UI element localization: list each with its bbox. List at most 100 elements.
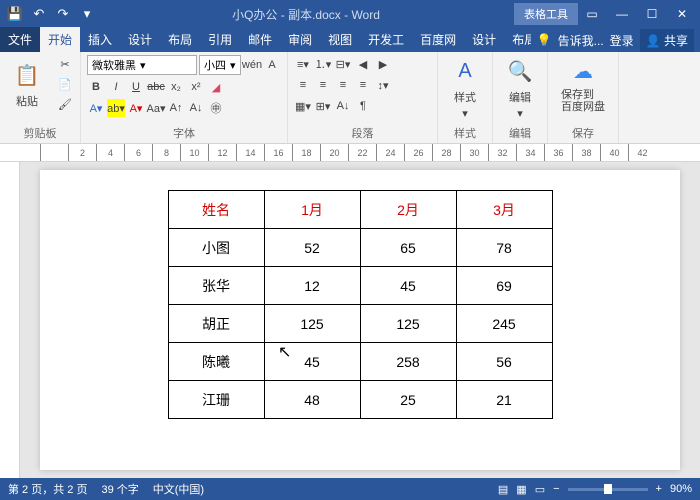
bold-button[interactable]: B <box>87 78 105 96</box>
italic-button[interactable]: I <box>107 78 125 96</box>
view-web-icon[interactable]: ▭ <box>535 483 545 496</box>
status-words[interactable]: 39 个字 <box>101 481 138 497</box>
tab-design[interactable]: 设计 <box>120 27 160 52</box>
align-left-button[interactable]: ≡ <box>294 76 312 94</box>
redo-icon[interactable]: ↷ <box>52 3 74 25</box>
table-cell[interactable]: 52 <box>264 229 360 267</box>
multilevel-button[interactable]: ⊟▾ <box>334 55 352 73</box>
table-cell[interactable]: 258 <box>360 343 456 381</box>
tab-insert[interactable]: 插入 <box>80 27 120 52</box>
decrease-indent-button[interactable]: ◀ <box>354 55 372 73</box>
tell-me[interactable]: 告诉我... <box>558 32 604 49</box>
styles-button[interactable]: A 样式▾ <box>444 55 486 120</box>
table-cell[interactable]: 78 <box>456 229 552 267</box>
ribbon-options-icon[interactable]: ▭ <box>578 3 606 25</box>
change-case-button[interactable]: Aa▾ <box>147 99 165 117</box>
superscript-button[interactable]: x² <box>187 78 205 96</box>
status-language[interactable]: 中文(中国) <box>153 481 204 497</box>
tab-baidu[interactable]: 百度网 <box>412 27 464 52</box>
show-marks-button[interactable]: ¶ <box>354 97 372 115</box>
qat-more-icon[interactable]: ▾ <box>76 3 98 25</box>
table-cell[interactable]: 陈曦 <box>168 343 264 381</box>
copy-icon[interactable]: 📄 <box>56 75 74 93</box>
table-row[interactable]: 小图526578 <box>168 229 552 267</box>
font-size-select[interactable]: 小四▾ <box>199 55 241 75</box>
close-icon[interactable]: ✕ <box>668 3 696 25</box>
strikethrough-button[interactable]: abc <box>147 78 165 96</box>
increase-indent-button[interactable]: ▶ <box>374 55 392 73</box>
view-print-icon[interactable]: ▦ <box>516 483 526 496</box>
tab-review[interactable]: 审阅 <box>280 27 320 52</box>
tab-home[interactable]: 开始 <box>40 27 80 52</box>
font-name-select[interactable]: 微软雅黑▾ <box>87 55 197 75</box>
enclose-char-button[interactable]: ㊥ <box>207 99 225 117</box>
tab-table-design[interactable]: 设计 <box>464 27 504 52</box>
table-cell[interactable]: 胡正 <box>168 305 264 343</box>
data-table[interactable]: 姓名1月2月3月小图526578张华124569胡正125125245陈曦452… <box>168 190 553 419</box>
table-cell[interactable]: 45 <box>264 343 360 381</box>
table-row[interactable]: 陈曦4525856 <box>168 343 552 381</box>
login-link[interactable]: 登录 <box>610 32 634 49</box>
table-row[interactable]: 张华124569 <box>168 267 552 305</box>
share-button[interactable]: 👤 共享 <box>640 29 694 52</box>
grow-font-button[interactable]: A↑ <box>167 99 185 117</box>
table-cell[interactable]: 张华 <box>168 267 264 305</box>
pinyin-guide-button[interactable]: wén <box>243 56 261 74</box>
table-cell[interactable]: 25 <box>360 381 456 419</box>
sort-button[interactable]: A↓ <box>334 97 352 115</box>
zoom-slider[interactable] <box>568 488 648 491</box>
numbering-button[interactable]: ⒈▾ <box>314 55 332 73</box>
font-color-button[interactable]: A▾ <box>127 99 145 117</box>
table-cell[interactable]: 56 <box>456 343 552 381</box>
vertical-ruler[interactable] <box>0 162 20 478</box>
borders-button[interactable]: ⊞▾ <box>314 97 332 115</box>
format-painter-icon[interactable]: 🖌 <box>56 95 74 113</box>
align-right-button[interactable]: ≡ <box>334 76 352 94</box>
shading-button[interactable]: ▦▾ <box>294 97 312 115</box>
table-cell[interactable]: 125 <box>264 305 360 343</box>
table-cell[interactable]: 245 <box>456 305 552 343</box>
page[interactable]: 姓名1月2月3月小图526578张华124569胡正125125245陈曦452… <box>40 170 680 470</box>
maximize-icon[interactable]: ☐ <box>638 3 666 25</box>
save-icon[interactable]: 💾 <box>4 3 26 25</box>
justify-button[interactable]: ≡ <box>354 76 372 94</box>
zoom-level[interactable]: 90% <box>670 483 692 495</box>
tab-references[interactable]: 引用 <box>200 27 240 52</box>
shrink-font-button[interactable]: A↓ <box>187 99 205 117</box>
tab-file[interactable]: 文件 <box>0 27 40 52</box>
status-page[interactable]: 第 2 页，共 2 页 <box>8 481 87 497</box>
table-header-cell[interactable]: 3月 <box>456 191 552 229</box>
clear-format-icon[interactable]: ◢ <box>207 78 225 96</box>
horizontal-ruler[interactable]: 24681012141618202224262830323436384042 <box>0 144 700 162</box>
tab-developer[interactable]: 开发工 <box>360 27 412 52</box>
zoom-thumb[interactable] <box>604 484 612 494</box>
table-header-cell[interactable]: 2月 <box>360 191 456 229</box>
table-cell[interactable]: 江珊 <box>168 381 264 419</box>
subscript-button[interactable]: x₂ <box>167 78 185 96</box>
tab-layout[interactable]: 布局 <box>160 27 200 52</box>
table-header-cell[interactable]: 1月 <box>264 191 360 229</box>
table-cell[interactable]: 12 <box>264 267 360 305</box>
table-cell[interactable]: 21 <box>456 381 552 419</box>
zoom-out-button[interactable]: − <box>553 483 559 495</box>
paste-button[interactable]: 📋 粘贴 <box>6 55 48 113</box>
edit-button[interactable]: 🔍 编辑▾ <box>499 55 541 120</box>
table-row[interactable]: 江珊482521 <box>168 381 552 419</box>
table-cell[interactable]: 65 <box>360 229 456 267</box>
highlight-button[interactable]: ab▾ <box>107 99 125 117</box>
text-effects-button[interactable]: A▾ <box>87 99 105 117</box>
table-row[interactable]: 胡正125125245 <box>168 305 552 343</box>
table-cell[interactable]: 48 <box>264 381 360 419</box>
table-header-cell[interactable]: 姓名 <box>168 191 264 229</box>
minimize-icon[interactable]: — <box>608 3 636 25</box>
table-cell[interactable]: 45 <box>360 267 456 305</box>
tab-view[interactable]: 视图 <box>320 27 360 52</box>
char-border-button[interactable]: A <box>263 56 281 74</box>
zoom-in-button[interactable]: + <box>656 483 662 495</box>
line-spacing-button[interactable]: ↕▾ <box>374 76 392 94</box>
table-cell[interactable]: 69 <box>456 267 552 305</box>
undo-icon[interactable]: ↶ <box>28 3 50 25</box>
align-center-button[interactable]: ≡ <box>314 76 332 94</box>
underline-button[interactable]: U <box>127 78 145 96</box>
view-read-icon[interactable]: ▤ <box>498 483 508 496</box>
